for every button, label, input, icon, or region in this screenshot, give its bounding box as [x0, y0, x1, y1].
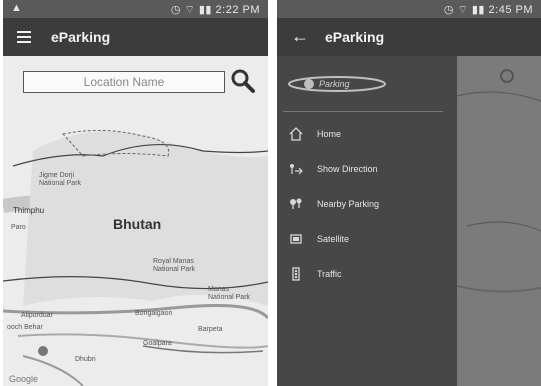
menu-label-nearby-parking: Nearby Parking [317, 199, 380, 209]
drawer-header: Parking [277, 56, 457, 113]
menu-label-home: Home [317, 129, 342, 139]
map-label-cooch-behar: ooch Behar [7, 324, 43, 331]
app-title: eParking [325, 29, 385, 45]
map-label-bongaigaon: Bongaigaon [135, 310, 173, 317]
map-label-manas: Manas [208, 286, 230, 293]
status-time: 2:45 PM [488, 4, 533, 16]
menu-icon[interactable] [17, 31, 31, 43]
map-label-alipurduar: Alipurduar [21, 312, 53, 319]
menu-item-show-direction[interactable]: Show Direction [277, 153, 457, 187]
app-bar: ← eParking [277, 18, 541, 56]
map-scrim[interactable] [456, 56, 541, 386]
map-label-dhubri: Dhubri [75, 356, 96, 363]
map-label-barpeta: Barpeta [198, 326, 223, 333]
menu-item-nearby-parking[interactable]: Nearby Parking [277, 188, 457, 222]
left-phone-screen: ▲ ◷ ⌔ ▮▮ 2:22 PM eParking Location Name [3, 0, 268, 386]
nearby-pin-icon [290, 198, 302, 209]
search-placeholder: Location Name [83, 75, 165, 89]
map-label-manas-park: National Park [208, 294, 251, 301]
back-arrow-icon[interactable]: ← [291, 26, 309, 47]
status-time: 2:22 PM [215, 4, 260, 16]
map-label-country: Bhutan [113, 216, 162, 232]
status-bar: ◷ ⌔ ▮▮ 2:45 PM [277, 0, 541, 18]
satellite-icon [290, 234, 302, 244]
home-icon [289, 127, 303, 141]
right-phone-screen: ◷ ⌔ ▮▮ 2:45 PM ← eParking Parking Home S… [277, 0, 541, 386]
map-label-royal-manas: Royal Manas [153, 258, 194, 265]
status-bar: ▲ ◷ ⌔ ▮▮ 2:22 PM [3, 0, 268, 18]
app-title: eParking [51, 29, 111, 45]
status-icons: ◷ ⌔ ▮▮ [443, 4, 489, 16]
map-label-jigme: Jigme Dorji [39, 172, 75, 179]
navigation-drawer: Parking Home Show Direction Nearby Parki… [277, 56, 457, 386]
map-label-goalpara: Goalpara [143, 340, 172, 347]
directions-icon [290, 164, 303, 175]
warning-icon: ▲ [11, 2, 22, 14]
menu-item-traffic[interactable]: Traffic [277, 258, 457, 292]
menu-item-home[interactable]: Home [277, 118, 457, 152]
menu-item-satellite[interactable]: Satellite [277, 223, 457, 257]
drawer-divider [283, 111, 443, 112]
eparking-logo: Parking [288, 76, 386, 92]
map-label-jigme-park: National Park [39, 180, 82, 187]
google-logo: Google [9, 374, 39, 384]
location-search-input[interactable]: Location Name [23, 71, 225, 93]
search-icon[interactable] [230, 68, 256, 94]
menu-label-show-direction: Show Direction [317, 164, 378, 174]
status-icons: ◷ ⌔ ▮▮ [170, 4, 216, 16]
map-label-royal-manas-park: National Park [153, 266, 196, 273]
menu-label-satellite: Satellite [317, 234, 350, 244]
traffic-icon [292, 267, 300, 281]
svg-text:Parking: Parking [319, 79, 350, 89]
map-label-thimphu: Thimphu [13, 206, 45, 215]
menu-label-traffic: Traffic [317, 269, 342, 279]
app-bar: eParking [3, 18, 268, 56]
map-label-paro: Paro [11, 224, 26, 231]
